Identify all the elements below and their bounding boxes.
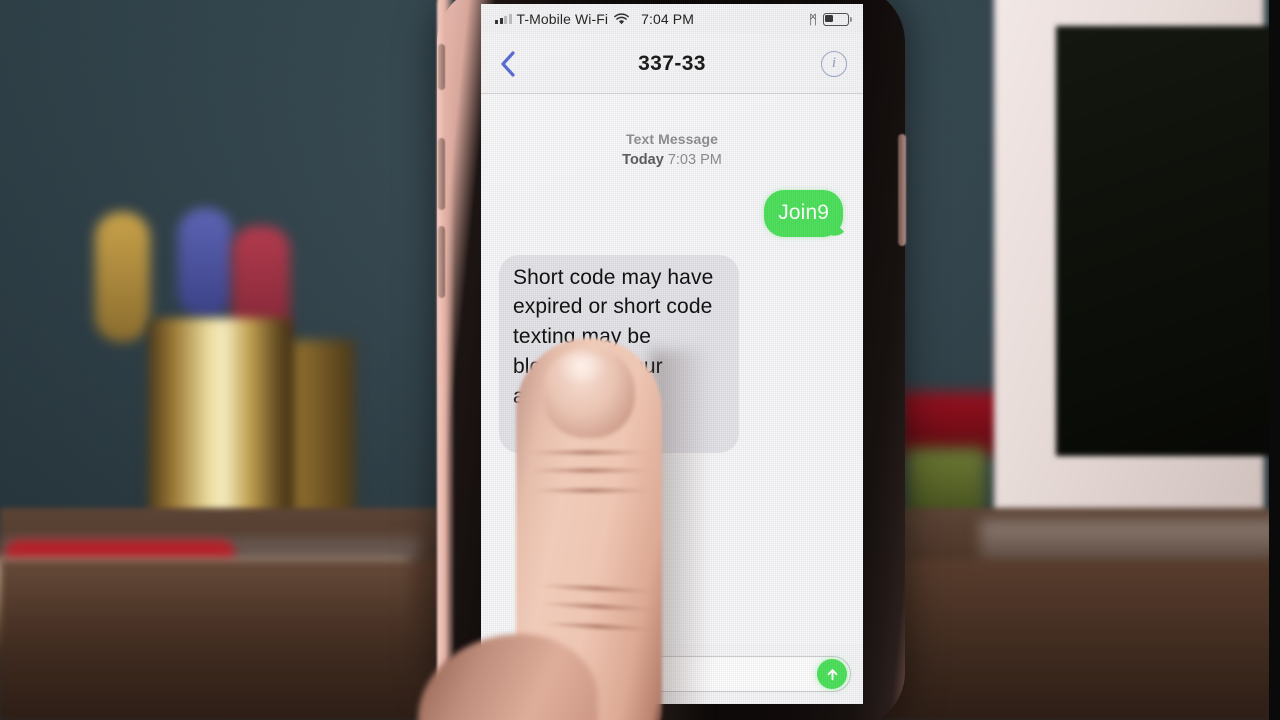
message-row-outgoing: Join9 bbox=[495, 189, 849, 237]
chevron-left-icon bbox=[501, 50, 515, 77]
bluetooth-icon: ᛗ bbox=[809, 11, 817, 27]
finger-crease bbox=[532, 488, 650, 493]
picture-frame-artwork bbox=[1056, 26, 1280, 456]
conversation-timestamp: Text Message Today 7:03 PM bbox=[495, 129, 849, 172]
timestamp-when: Today 7:03 PM bbox=[495, 150, 849, 172]
battery-fill bbox=[825, 14, 833, 23]
carrier-label: T-Mobile Wi-Fi bbox=[516, 11, 609, 27]
status-time: 7:04 PM bbox=[641, 11, 694, 27]
volume-down-button[interactable] bbox=[438, 226, 445, 298]
blurred-gold-pen bbox=[95, 212, 150, 342]
phone-edge-highlight bbox=[437, 0, 455, 720]
finger-crease bbox=[529, 468, 651, 473]
finger-crease bbox=[528, 450, 648, 455]
volume-up-button[interactable] bbox=[438, 138, 445, 210]
send-button[interactable] bbox=[817, 659, 847, 689]
back-button[interactable] bbox=[495, 47, 521, 81]
page-title: 337-33 bbox=[638, 51, 706, 75]
message-bubble-outgoing[interactable]: Join9 bbox=[764, 189, 843, 237]
battery-icon bbox=[823, 12, 853, 26]
power-button[interactable] bbox=[898, 134, 906, 246]
timestamp-kind: Text Message bbox=[626, 131, 718, 147]
nav-bar: 337-33 i bbox=[481, 34, 863, 94]
cellular-signal-icon bbox=[495, 14, 512, 24]
fingernail-highlight bbox=[556, 352, 608, 386]
timestamp-day: Today bbox=[622, 152, 664, 168]
wifi-icon bbox=[614, 13, 629, 25]
blurred-blue-pen bbox=[178, 208, 233, 318]
silent-switch[interactable] bbox=[438, 44, 445, 90]
info-circle-icon[interactable]: i bbox=[821, 50, 847, 77]
arrow-up-circle-icon bbox=[827, 668, 837, 680]
status-bar: T-Mobile Wi-Fi 7:04 PM ᛗ bbox=[481, 4, 863, 34]
letterbox-bar-right bbox=[1269, 0, 1280, 720]
timestamp-time: 7:03 PM bbox=[667, 152, 722, 168]
